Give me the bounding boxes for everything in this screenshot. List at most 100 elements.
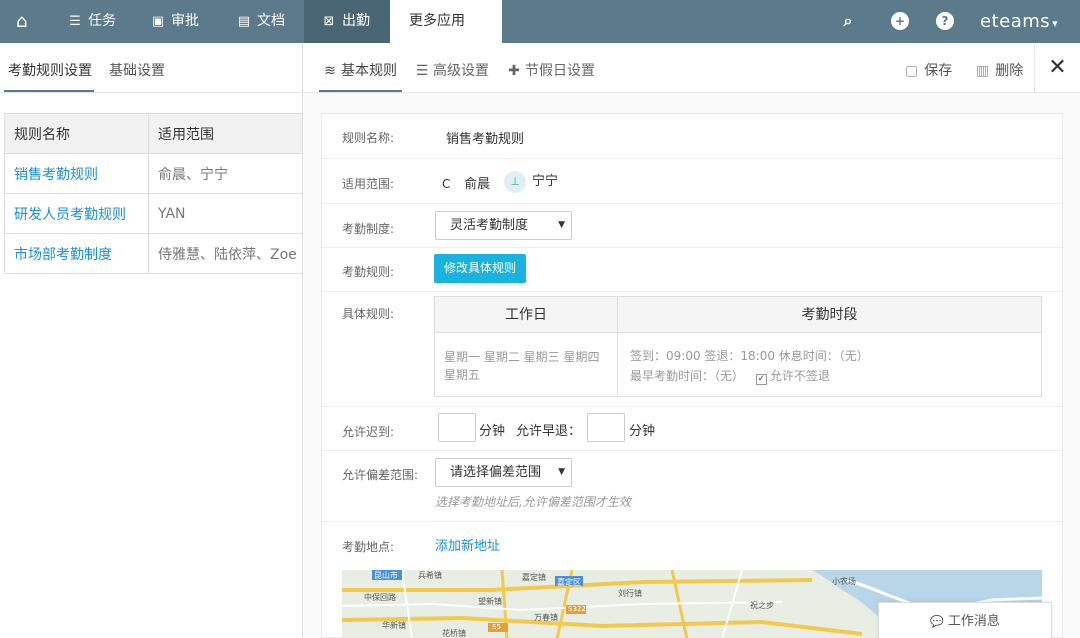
tab-attendance-rules[interactable]: 考勤规则设置 [8, 60, 92, 80]
rule-name-link[interactable]: 销售考勤规则 [4, 153, 149, 194]
map-label: 华新镇 [382, 621, 406, 630]
column-header-name: 规则名称 [4, 113, 149, 154]
field-label: 考勤地点: [342, 540, 395, 554]
row-allow-late: 允许迟到: 分钟 允许早退： 分钟 [322, 407, 1062, 451]
field-label: 允许迟到: [342, 425, 395, 439]
nav-item-docs[interactable]: ▤ 文档 [236, 0, 285, 43]
map-label: 祝之步 [750, 601, 774, 610]
early-minutes-input[interactable] [587, 413, 625, 442]
close-icon: ✕ [1048, 55, 1067, 80]
nav-item-more-apps[interactable]: 更多应用 [390, 0, 502, 43]
map-label: S5 [492, 623, 501, 631]
close-button[interactable]: ✕ [1034, 43, 1080, 93]
rule-scope: 侍雅慧、陆依萍、Zoe [148, 233, 303, 274]
avatar: ⊥ [504, 170, 526, 193]
deviation-hint: 选择考勤地址后,允许偏差范围才生效 [435, 495, 631, 509]
map-label: 刘行镇 [618, 589, 642, 598]
map-label: 嘉定区 [557, 578, 581, 587]
field-label: 考勤规则: [342, 265, 395, 279]
tab-advanced-settings[interactable]: ☰ 高级设置 [415, 60, 489, 80]
checkbox-checked-icon[interactable]: ✓ [755, 374, 767, 385]
chat-icon: 💬 [930, 615, 944, 628]
row-location: 考勤地点: 添加新地址 [322, 522, 1062, 565]
column-header-workday: 工作日 [435, 297, 618, 333]
tab-basic-settings[interactable]: 基础设置 [109, 60, 165, 80]
active-tab-indicator [319, 90, 402, 92]
rule-table: 规则名称 适用范围 销售考勤规则 俞晨、宁宁 研发人员考勤规则 YAN 市场部考… [4, 113, 303, 274]
row-scope: 适用范围: C 俞晨 ⊥ 宁宁 [322, 159, 1062, 204]
table-row[interactable]: 市场部考勤制度 侍雅慧、陆依萍、Zoe [4, 233, 303, 274]
schedule-header: 工作日 考勤时段 [435, 297, 1041, 333]
map-label: 中保回路 [364, 593, 396, 602]
scope-member[interactable]: C 俞晨 [442, 173, 490, 192]
attendance-icon: ⊠ [323, 14, 335, 29]
nav-item-tasks[interactable]: ☰ 任务 [67, 0, 116, 43]
rule-scope: YAN [148, 193, 303, 234]
dropdown-arrow-icon: ▼ [558, 220, 565, 230]
chevron-down-icon: ▾ [1052, 17, 1059, 30]
rule-scope: 俞晨、宁宁 [148, 153, 303, 194]
rule-name-value[interactable]: 销售考勤规则 [446, 128, 524, 147]
tab-basic-rules[interactable]: ≋ 基本规则 [323, 60, 397, 80]
right-tabs: ≋ 基本规则 ☰ 高级设置 ✚ 节假日设置 ▢ 保存 ▥ 删除 ✕ [304, 43, 1080, 93]
attendance-system-select[interactable]: 灵活考勤制度 ▼ [435, 211, 572, 240]
table-header-row: 规则名称 适用范围 [4, 113, 303, 154]
rule-name-link[interactable]: 研发人员考勤规则 [4, 193, 149, 234]
save-icon: ▢ [905, 63, 919, 79]
early-leave-label: 允许早退： [516, 424, 582, 439]
left-tabs: 考勤规则设置 基础设置 [0, 43, 302, 93]
nav-item-approval[interactable]: ▣ 审批 [150, 0, 199, 43]
edit-rules-button[interactable]: 修改具体规则 [434, 254, 526, 283]
home-icon[interactable]: ⌂ [16, 0, 40, 43]
deviation-select[interactable]: 请选择偏差范围 ▼ [435, 458, 572, 487]
row-rule-name: 规则名称: 销售考勤规则 [322, 114, 1062, 159]
map-label: 昆山市 [374, 571, 398, 580]
top-navigation-bar: ⌂ ☰ 任务 ▣ 审批 ▤ 文档 ⊠ 出勤 更多应用 ⌕ + ? eteams ▾ [0, 0, 1080, 43]
field-label: 适用范围: [342, 177, 395, 191]
field-label: 考勤制度: [342, 222, 395, 236]
map-label: 嘉定镇 [522, 573, 546, 582]
row-detail-rules: 具体规则: 工作日 考勤时段 星期一 星期二 星期三 星期四 星期五 签到：09… [322, 292, 1062, 407]
tab-holiday-settings[interactable]: ✚ 节假日设置 [507, 60, 595, 80]
period-earliest: 最早考勤时间：（无） ✓ 允许不签退 [630, 369, 830, 385]
dropdown-arrow-icon: ▼ [558, 467, 565, 477]
map-label: 小农场 [832, 577, 856, 586]
active-tab-indicator [4, 90, 94, 92]
row-attendance-system: 考勤制度: 灵活考勤制度 ▼ [322, 204, 1062, 248]
nav-item-attendance[interactable]: ⊠ 出勤 [304, 0, 390, 43]
scope-member[interactable]: ⊥ 宁宁 [504, 170, 558, 193]
delete-button[interactable]: ▥ 删除 [976, 60, 1023, 80]
document-icon: ▤ [237, 14, 251, 29]
unit-label: 分钟 [629, 424, 656, 439]
save-button[interactable]: ▢ 保存 [905, 60, 952, 80]
right-panel: ≋ 基本规则 ☰ 高级设置 ✚ 节假日设置 ▢ 保存 ▥ 删除 ✕ 规则名称: 销售考勤规… [304, 43, 1080, 638]
search-icon[interactable]: ⌕ [839, 12, 857, 30]
work-message-button[interactable]: 💬 工作消息 [878, 602, 1052, 638]
map-label: S322 [568, 605, 586, 613]
field-label: 规则名称: [342, 131, 395, 145]
map-label: 望新镇 [478, 597, 502, 606]
late-minutes-input[interactable] [438, 413, 476, 442]
puzzle-icon: ✚ [508, 63, 520, 79]
left-panel: 考勤规则设置 基础设置 规则名称 适用范围 销售考勤规则 俞晨、宁宁 研发人员考… [0, 43, 303, 638]
sliders-icon: ☰ [415, 63, 429, 79]
brand-menu[interactable]: eteams ▾ [980, 0, 1058, 45]
rule-name-link[interactable]: 市场部考勤制度 [4, 233, 149, 274]
column-header-period: 考勤时段 [801, 307, 858, 323]
workdays-cell: 星期一 星期二 星期三 星期四 星期五 [435, 333, 618, 396]
layers-icon: ≋ [324, 63, 336, 79]
schedule-table: 工作日 考勤时段 星期一 星期二 星期三 星期四 星期五 签到：09:00 签退… [434, 296, 1042, 397]
rule-form: 规则名称: 销售考勤规则 适用范围: C 俞晨 ⊥ 宁宁 考勤制度: 灵活考勤制度… [321, 113, 1063, 638]
field-label: 具体规则: [342, 307, 395, 321]
map-label: 兵希镇 [418, 571, 442, 580]
column-header-scope: 适用范围 [148, 113, 303, 154]
table-row[interactable]: 研发人员考勤规则 YAN [4, 193, 303, 234]
field-label: 允许偏差范围: [342, 468, 419, 482]
add-address-link[interactable]: 添加新地址 [435, 535, 500, 554]
avatar-initial: C [442, 177, 451, 191]
table-row[interactable]: 销售考勤规则 俞晨、宁宁 [4, 153, 303, 194]
add-icon[interactable]: + [891, 12, 909, 30]
period-cell: 签到：09:00 签退：18:00 休息时间：（无） 最早考勤时间：（无） ✓ 允… [618, 333, 1041, 396]
help-icon[interactable]: ? [936, 12, 954, 30]
period-times: 签到：09:00 签退：18:00 休息时间：（无） [630, 349, 869, 363]
